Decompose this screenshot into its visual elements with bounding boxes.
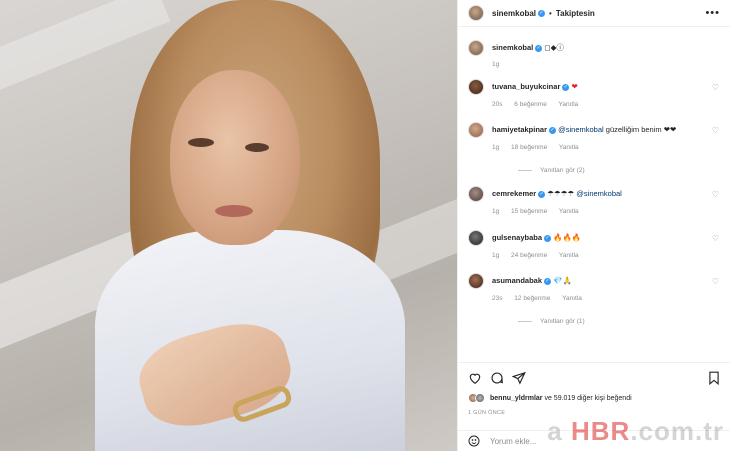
author-username[interactable]: sinemkobal — [492, 9, 536, 18]
caption-username[interactable]: sinemkobal — [492, 43, 533, 52]
hbr-watermark-logo: a HBR.com.tr — [547, 416, 724, 446]
comment-likes[interactable]: 24 beğenme — [511, 252, 547, 259]
comment-username[interactable]: tuvana_buyukcinar — [492, 82, 560, 91]
verified-icon: ✓ — [535, 44, 543, 52]
like-comment-heart-icon[interactable]: ♡ — [712, 126, 719, 135]
comment-likes[interactable]: 18 beğenme — [511, 144, 547, 151]
reply-button[interactable]: Yanıtla — [559, 101, 579, 108]
liked-by-username[interactable]: bennu_yldrmlar — [490, 395, 543, 402]
emoji-icon[interactable] — [468, 435, 480, 447]
comment-likes[interactable]: 6 beğenme — [514, 101, 547, 108]
comment-text: ❤ — [571, 82, 578, 91]
caption-time[interactable]: 1g — [492, 61, 499, 68]
add-comment-input[interactable]: Yorum ekle... — [490, 437, 536, 446]
reply-button[interactable]: Yanıtla — [559, 208, 579, 215]
commenter-avatar[interactable] — [468, 230, 484, 246]
commenter-avatar[interactable] — [468, 122, 484, 138]
comment-item: hamiyetakpinar ✓ @sinemkobal güzelliğim b… — [468, 122, 721, 151]
author-avatar[interactable] — [468, 5, 484, 21]
caption-text: ◻◆ⓘ — [544, 43, 564, 52]
reply-button[interactable]: Yanıtla — [559, 252, 579, 259]
comment-text: güzelliğim benim ❤❤ — [605, 125, 677, 134]
comment-username[interactable]: hamiyetakpinar — [492, 125, 547, 134]
verified-icon: ✓ — [538, 190, 546, 198]
instagram-post-modal: sinemkobal ✓ • Takiptesin ••• sinemkobal… — [0, 0, 730, 451]
commenter-avatar[interactable] — [468, 186, 484, 202]
separator: • — [549, 8, 552, 18]
view-replies-button[interactable]: Yanıtları gör (1) — [468, 318, 721, 325]
verified-icon: ✓ — [544, 234, 552, 242]
post-actions: bennu_yldrmlar ve 59.019 diğer kişi beğe… — [458, 362, 730, 416]
comment-item: gulsenaybaba ✓ 🔥🔥🔥 1g 24 beğenme Yanıtla … — [468, 230, 721, 259]
comment-text: 🔥🔥🔥 — [553, 233, 582, 242]
commenter-avatar[interactable] — [468, 79, 484, 95]
comment-likes[interactable]: 15 beğenme — [511, 208, 547, 215]
verified-icon: ✓ — [544, 277, 552, 285]
comment-likes[interactable]: 12 beğenme — [514, 295, 550, 302]
share-icon[interactable] — [512, 371, 526, 385]
comment-time[interactable]: 1g — [492, 208, 499, 215]
comment-icon[interactable] — [490, 371, 504, 385]
more-horizontal-icon[interactable]: ••• — [705, 7, 720, 19]
comment-time[interactable]: 20s — [492, 101, 502, 108]
comment-username[interactable]: cemrekemer — [492, 189, 536, 198]
following-button[interactable]: Takiptesin — [556, 9, 595, 18]
heart-icon[interactable] — [468, 371, 482, 385]
comment-username[interactable]: asumandabak — [492, 276, 542, 285]
comments-list[interactable]: sinemkobal ✓ ◻◆ⓘ 1g tuvana_buyukcinar ✓ ❤ … — [458, 27, 730, 362]
reply-button[interactable]: Yanıtla — [559, 144, 579, 151]
verified-icon: ✓ — [562, 83, 570, 91]
bookmark-icon[interactable] — [707, 371, 721, 385]
comment-username[interactable]: gulsenaybaba — [492, 233, 542, 242]
post-side-panel: sinemkobal ✓ • Takiptesin ••• sinemkobal… — [457, 0, 730, 451]
like-comment-heart-icon[interactable]: ♡ — [712, 234, 719, 243]
comment-text: ☂☂☂☂ — [547, 189, 575, 198]
comment-time[interactable]: 23s — [492, 295, 502, 302]
verified-icon: ✓ — [538, 9, 546, 17]
liker-avatar — [475, 393, 485, 403]
view-replies-label: Yanıtları gör (2) — [540, 167, 585, 174]
caption: sinemkobal ✓ ◻◆ⓘ 1g — [468, 40, 721, 68]
comment-mention[interactable]: @sinemkobal — [558, 125, 604, 134]
comment-item: cemrekemer ✓ ☂☂☂☂ @sinemkobal 1g 15 beğen… — [468, 186, 721, 215]
comment-time[interactable]: 1g — [492, 144, 499, 151]
like-comment-heart-icon[interactable]: ♡ — [712, 190, 719, 199]
post-photo[interactable] — [0, 0, 457, 451]
comment-item: asumandabak ✓ 💎🙏 23s 12 beğenme Yanıtla ♡ — [468, 273, 721, 302]
commenter-avatar[interactable] — [468, 273, 484, 289]
verified-icon: ✓ — [549, 126, 557, 134]
view-replies-label: Yanıtları gör (1) — [540, 318, 585, 325]
likes-summary: bennu_yldrmlar ve 59.019 diğer kişi beğe… — [468, 393, 721, 403]
author-avatar[interactable] — [468, 40, 484, 56]
liked-count-text[interactable]: ve 59.019 diğer kişi beğendi — [544, 395, 631, 402]
comment-time[interactable]: 1g — [492, 252, 499, 259]
comment-text: 💎🙏 — [553, 276, 572, 285]
view-replies-button[interactable]: Yanıtları gör (2) — [468, 167, 721, 174]
like-comment-heart-icon[interactable]: ♡ — [712, 83, 719, 92]
like-comment-heart-icon[interactable]: ♡ — [712, 277, 719, 286]
comment-item: tuvana_buyukcinar ✓ ❤ 20s 6 beğenme Yanıt… — [468, 79, 721, 108]
comment-mention[interactable]: @sinemkobal — [576, 189, 622, 198]
post-header: sinemkobal ✓ • Takiptesin ••• — [458, 0, 730, 27]
reply-button[interactable]: Yanıtla — [562, 295, 582, 302]
